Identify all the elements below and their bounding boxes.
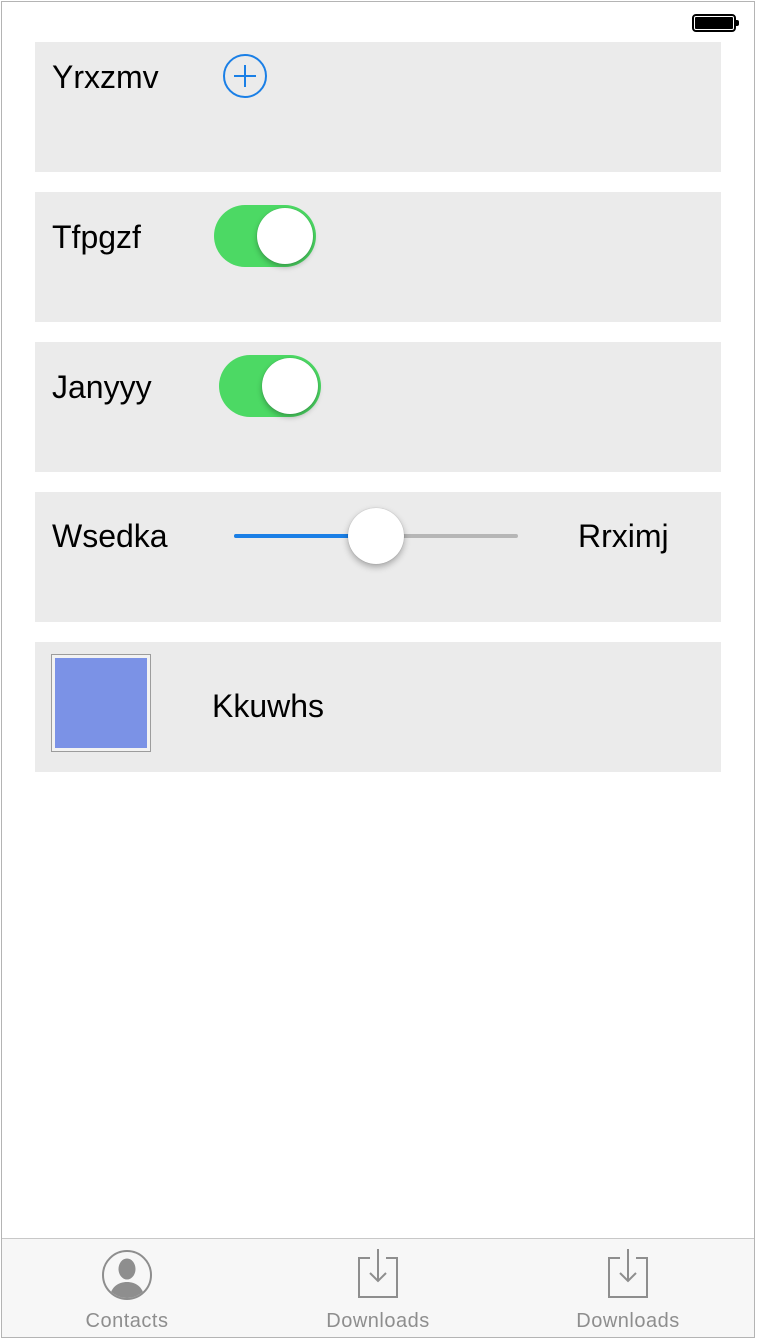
color-swatch[interactable] xyxy=(51,654,151,752)
color-swatch-fill xyxy=(55,658,147,748)
tab-label: Contacts xyxy=(85,1310,169,1332)
slider-value-label: Rrximj xyxy=(578,518,669,554)
contact-person-icon xyxy=(102,1250,152,1300)
tab-downloads-2[interactable]: Downloads xyxy=(503,1239,753,1337)
slider-thumb[interactable] xyxy=(348,508,404,564)
tab-bar: Contacts Downloads Downloads xyxy=(2,1238,754,1337)
tab-downloads-1[interactable]: Downloads xyxy=(253,1239,503,1337)
slider[interactable] xyxy=(234,505,518,565)
app-screen: Yrxzmv Tfpgzf Janyyy Wsedka Rrximj Kkuwh… xyxy=(1,1,755,1338)
toggle-switch[interactable] xyxy=(214,205,316,267)
row-label: Janyyy xyxy=(52,369,152,405)
download-tray-icon xyxy=(608,1249,648,1298)
tab-label: Downloads xyxy=(326,1310,430,1332)
battery-cap xyxy=(736,20,739,26)
settings-row-5: Kkuwhs xyxy=(35,642,721,772)
toggle-knob xyxy=(257,208,313,264)
row-label: Wsedka xyxy=(52,518,168,554)
toggle-knob xyxy=(262,358,318,414)
add-icon[interactable] xyxy=(223,54,267,98)
settings-row-1: Yrxzmv xyxy=(35,42,721,172)
settings-row-3: Janyyy xyxy=(35,342,721,472)
download-tray-icon xyxy=(358,1249,398,1298)
settings-row-2: Tfpgzf xyxy=(35,192,721,322)
row-label: Tfpgzf xyxy=(52,219,141,255)
tab-contacts[interactable]: Contacts xyxy=(2,1239,252,1337)
battery-level xyxy=(695,17,733,29)
row-label: Yrxzmv xyxy=(52,59,159,95)
settings-row-4: Wsedka Rrximj xyxy=(35,492,721,622)
row-label: Kkuwhs xyxy=(212,688,325,724)
toggle-switch[interactable] xyxy=(219,355,321,417)
battery-icon xyxy=(692,14,739,32)
tab-label: Downloads xyxy=(576,1310,680,1332)
